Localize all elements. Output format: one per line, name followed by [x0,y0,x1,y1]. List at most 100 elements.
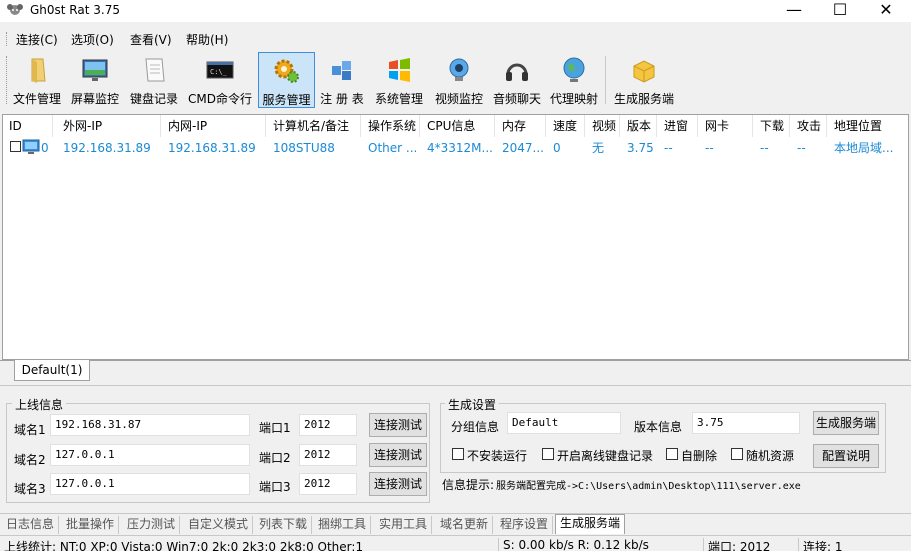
cell-os: Other ... [368,141,418,155]
ghost-app-icon [7,4,23,15]
toolbar-service-manager[interactable]: 服务管理 [258,52,315,108]
row-checkbox[interactable] [10,141,21,152]
menu-help[interactable]: 帮助(H) [186,31,228,48]
keyboard-log-icon [145,58,165,82]
globe-icon [563,57,585,82]
tab-build-server[interactable]: 生成服务端 [555,514,626,534]
config-help-button[interactable]: 配置说明 [813,444,879,468]
col-header-cpu[interactable]: CPU信息 [421,115,495,137]
col-header-video[interactable]: 视频 [586,115,620,137]
close-button[interactable]: ✕ [863,0,909,22]
window-title: Gh0st Rat 3.75 [30,3,120,17]
offline-keylog-label: 开启离线键盘记录 [557,449,654,463]
test-connection2-button[interactable]: 连接测试 [369,443,427,467]
cell-video: 无 [592,141,605,155]
col-header-window[interactable]: 进窗 [658,115,698,137]
build-server-button[interactable]: 生成服务端 [813,411,879,435]
toolbar-label: 生成服务端 [613,92,674,106]
toolbar-audio-chat[interactable]: 音频聊天 [490,52,544,108]
toolbar-screen-monitor[interactable]: 屏幕监控 [66,52,124,108]
tab-list-download[interactable]: 列表下载 [255,516,313,534]
tab-bundle-tool[interactable]: 捆绑工具 [314,516,372,534]
port3-input[interactable]: 2012 [299,473,357,495]
col-header-id[interactable]: ID [3,115,53,137]
toolbar-keylogger[interactable]: 键盘记录 [126,52,182,108]
random-resource-checkbox[interactable] [731,448,743,460]
toolbar-grip [6,56,8,104]
col-header-location[interactable]: 地理位置 [828,115,908,137]
client-list[interactable]: ID 外网-IP 内网-IP 计算机名/备注 操作系统 CPU信息 内存 速度 … [2,114,909,360]
col-header-download[interactable]: 下载 [754,115,790,137]
domain3-label: 域名3 [14,482,46,496]
toolbar-label: 文件管理 [12,92,61,106]
minimize-button[interactable]: — [771,0,817,22]
tab-custom-mode[interactable]: 自定义模式 [184,516,254,534]
col-header-lan-ip[interactable]: 内网-IP [162,115,266,137]
tab-batch[interactable]: 批量操作 [62,516,120,534]
cell-memory: 2047... [502,141,544,155]
col-header-hostname[interactable]: 计算机名/备注 [267,115,361,137]
toolbar-cmd[interactable]: C:\_ CMD命令行 [184,52,256,108]
no-install-checkbox[interactable] [452,448,464,460]
tab-domain-update[interactable]: 域名更新 [436,516,494,534]
port1-input[interactable]: 2012 [299,414,357,436]
build-settings-title: 生成设置 [445,396,500,413]
col-header-attack[interactable]: 攻击 [791,115,827,137]
headphones-icon [506,63,528,81]
offline-keylog-checkbox[interactable] [542,448,554,460]
col-header-speed[interactable]: 速度 [547,115,585,137]
domain1-input[interactable]: 192.168.31.87 [50,414,250,436]
status-online-stats: 上线统计: NT:0 XP:0 Vista:0 Win7:0 2k:0 2k3:… [4,540,364,551]
registry-icon [332,61,351,80]
toolbar-proxy-mapping[interactable]: 代理映射 [546,52,602,108]
col-header-wan-ip[interactable]: 外网-IP [57,115,161,137]
test-connection3-button[interactable]: 连接测试 [369,472,427,496]
cell-attack: -- [797,141,806,155]
menu-bar: 连接(C) 选项(O) 查看(V) 帮助(H) [0,28,911,50]
cell-lan-ip: 192.168.31.89 [168,141,256,155]
webcam-icon [449,58,469,81]
status-bar: 上线统计: NT:0 XP:0 Vista:0 Win7:0 2k:0 2k3:… [0,535,911,551]
toolbar-system-manager[interactable]: 系统管理 [370,52,428,108]
test-connection1-button[interactable]: 连接测试 [369,413,427,437]
online-info-title: 上线信息 [12,396,67,413]
group-tab-strip: Default(1) [0,360,911,382]
maximize-button[interactable]: ☐ [817,0,863,22]
cell-nic: -- [705,141,714,155]
tab-log[interactable]: 日志信息 [2,516,60,534]
col-header-nic[interactable]: 网卡 [699,115,753,137]
domain3-input[interactable]: 127.0.0.1 [50,473,250,495]
title-bar[interactable]: Gh0st Rat 3.75 — ☐ ✕ [0,0,911,22]
tab-utilities[interactable]: 实用工具 [375,516,433,534]
toolbar-video-monitor[interactable]: 视频监控 [430,52,488,108]
toolbar-file-manager[interactable]: 文件管理 [10,52,64,108]
port3-label: 端口3 [259,480,291,494]
cell-version: 3.75 [627,141,654,155]
toolbar-label: 系统管理 [374,92,423,106]
toolbar-build-server[interactable]: 生成服务端 [610,52,678,108]
menu-connect[interactable]: 连接(C) [16,31,58,48]
col-header-version[interactable]: 版本 [621,115,657,137]
col-header-os[interactable]: 操作系统 [362,115,420,137]
version-info-input[interactable]: 3.75 [692,412,800,434]
tab-stress-test[interactable]: 压力测试 [123,516,181,534]
domain2-input[interactable]: 127.0.0.1 [50,444,250,466]
no-install-label: 不安装运行 [467,449,528,463]
group-info-input[interactable]: Default [507,412,621,434]
toolbar-label: 键盘记录 [129,92,178,106]
tab-default-group[interactable]: Default(1) [14,360,90,381]
info-tip-label: 信息提示: [442,478,495,492]
toolbar-label: 音频聊天 [492,92,541,106]
bottom-tab-bar: 日志信息 批量操作 压力测试 自定义模式 列表下载 捆绑工具 实用工具 域名更新… [0,513,911,534]
menu-grip [6,32,8,46]
self-delete-checkbox[interactable] [666,448,678,460]
menu-view[interactable]: 查看(V) [130,31,172,48]
menu-options[interactable]: 选项(O) [71,31,114,48]
svg-text:C:\_: C:\_ [210,68,228,76]
toolbar-registry[interactable]: 注 册 表 [316,52,368,108]
status-port: 端口: 2012 [703,538,770,551]
tab-program-settings[interactable]: 程序设置 [496,516,554,534]
col-header-memory[interactable]: 内存 [496,115,546,137]
toolbar-label: 屏幕监控 [70,92,119,106]
port2-input[interactable]: 2012 [299,444,357,466]
